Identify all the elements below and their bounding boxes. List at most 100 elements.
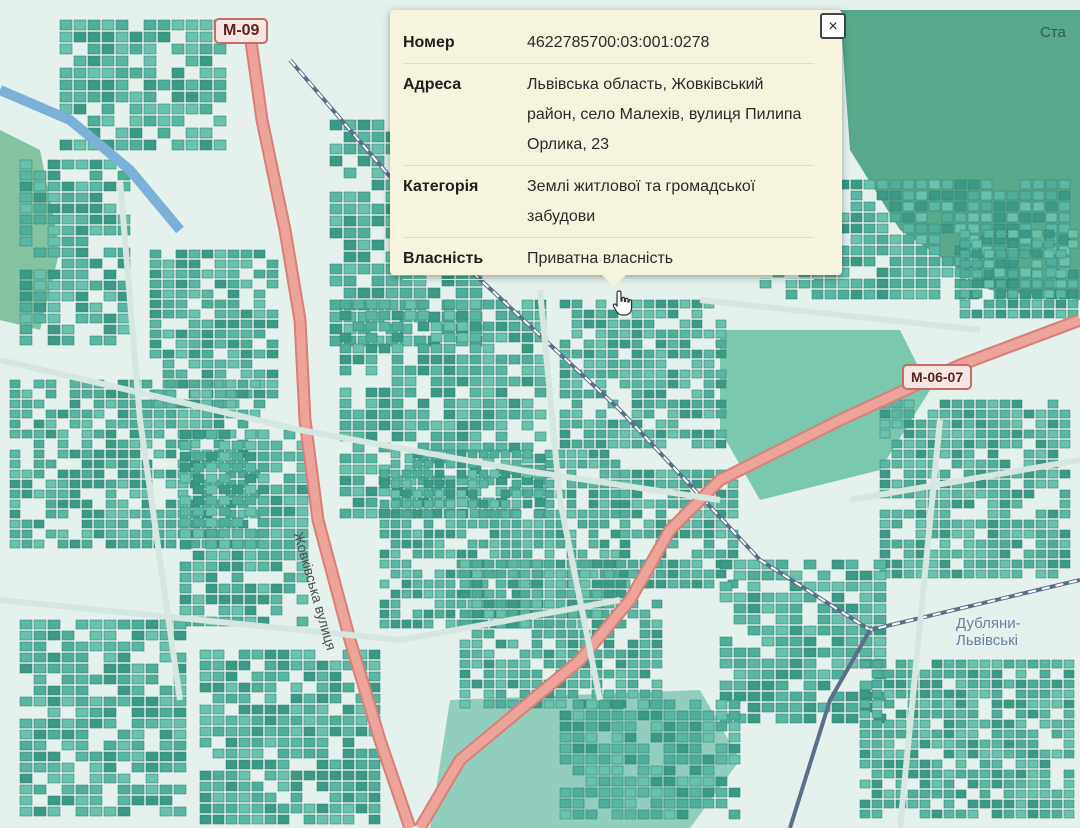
land-parcel[interactable] [993,212,1006,223]
land-parcel[interactable] [500,489,511,499]
land-parcel[interactable] [555,599,566,609]
land-parcel[interactable] [1031,279,1043,289]
land-parcel[interactable] [371,239,385,251]
land-parcel[interactable] [598,765,611,776]
land-parcel[interactable] [371,287,385,299]
land-parcel[interactable] [159,762,173,773]
land-parcel[interactable] [1023,479,1035,489]
land-parcel[interactable] [588,519,599,529]
land-parcel[interactable] [352,475,365,486]
land-parcel[interactable] [131,685,145,696]
land-parcel[interactable] [264,814,277,825]
land-parcel[interactable] [651,639,663,649]
land-parcel[interactable] [728,743,741,754]
land-parcel[interactable] [663,809,676,820]
land-parcel[interactable] [876,190,889,201]
land-parcel[interactable] [378,508,391,519]
land-parcel[interactable] [199,726,212,737]
land-parcel[interactable] [595,419,607,429]
land-parcel[interactable] [89,641,103,652]
land-parcel[interactable] [522,449,533,459]
land-parcel[interactable] [218,451,231,462]
land-parcel[interactable] [290,803,303,814]
land-parcel[interactable] [883,679,895,689]
land-parcel[interactable] [231,539,244,550]
land-parcel[interactable] [975,429,987,439]
land-parcel[interactable] [227,339,240,349]
land-parcel[interactable] [401,509,412,519]
land-parcel[interactable] [401,619,412,629]
land-parcel[interactable] [283,583,296,594]
land-parcel[interactable] [171,115,185,127]
land-parcel[interactable] [153,469,165,479]
land-parcel[interactable] [131,630,145,641]
land-parcel[interactable] [572,754,585,765]
land-parcel[interactable] [379,499,390,509]
land-parcel[interactable] [89,225,103,236]
land-parcel[interactable] [873,559,887,570]
land-parcel[interactable] [1031,289,1043,299]
land-parcel[interactable] [598,798,611,809]
land-parcel[interactable] [61,269,75,280]
land-parcel[interactable] [495,679,507,689]
land-parcel[interactable] [987,489,999,499]
land-parcel[interactable] [89,696,103,707]
land-parcel[interactable] [967,212,980,223]
land-parcel[interactable] [651,619,663,629]
land-parcel[interactable] [399,287,413,299]
land-parcel[interactable] [598,743,611,754]
land-parcel[interactable] [607,429,619,439]
land-parcel[interactable] [667,369,679,379]
land-parcel[interactable] [159,751,173,762]
land-parcel[interactable] [631,389,643,399]
land-parcel[interactable] [967,201,980,212]
land-parcel[interactable] [33,439,45,449]
land-parcel[interactable] [1015,769,1027,779]
land-parcel[interactable] [728,721,741,732]
land-parcel[interactable] [979,669,991,679]
land-parcel[interactable] [225,803,238,814]
land-parcel[interactable] [179,605,192,616]
land-parcel[interactable] [456,321,469,332]
land-parcel[interactable] [101,91,115,103]
land-parcel[interactable] [412,539,423,549]
land-parcel[interactable] [159,696,173,707]
land-parcel[interactable] [643,349,655,359]
land-parcel[interactable] [33,280,47,291]
land-parcel[interactable] [903,469,915,479]
land-parcel[interactable] [61,718,75,729]
land-parcel[interactable] [533,619,544,629]
land-parcel[interactable] [519,569,531,579]
land-parcel[interactable] [955,719,967,729]
land-parcel[interactable] [963,449,975,459]
land-parcel[interactable] [9,519,21,529]
land-parcel[interactable] [619,329,631,339]
land-parcel[interactable] [21,489,33,499]
land-parcel[interactable] [61,674,75,685]
land-parcel[interactable] [391,343,404,354]
land-parcel[interactable] [651,649,663,659]
land-parcel[interactable] [993,201,1006,212]
land-parcel[interactable] [47,181,61,192]
land-parcel[interactable] [214,299,227,309]
land-parcel[interactable] [469,321,482,332]
land-parcel[interactable] [423,589,434,599]
land-parcel[interactable] [943,809,955,819]
land-parcel[interactable] [511,499,522,509]
land-parcel[interactable] [404,431,417,442]
land-parcel[interactable] [975,459,987,469]
land-parcel[interactable] [352,508,365,519]
land-parcel[interactable] [227,249,240,259]
land-parcel[interactable] [919,689,931,699]
land-parcel[interactable] [991,799,1003,809]
land-parcel[interactable] [430,376,443,387]
land-parcel[interactable] [599,499,610,509]
land-parcel[interactable] [583,319,595,329]
land-parcel[interactable] [519,669,531,679]
land-parcel[interactable] [655,439,667,449]
land-parcel[interactable] [691,309,703,319]
land-parcel[interactable] [627,669,639,679]
land-parcel[interactable] [691,389,703,399]
land-parcel[interactable] [149,319,162,329]
land-parcel[interactable] [352,497,365,508]
